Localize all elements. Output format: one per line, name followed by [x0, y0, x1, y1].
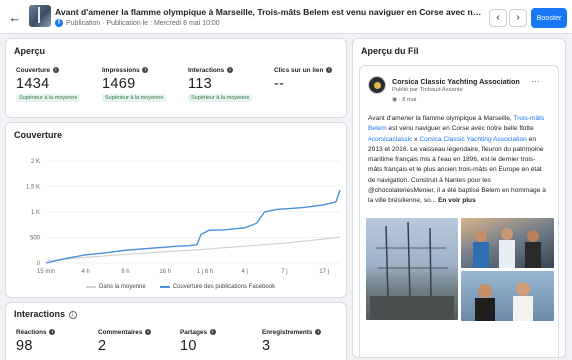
reach-line-chart: 0 500 1 K 1,5 K 2 K 15 min 4 h 9 h 16 h 1 j 6 h 4 … — [26, 159, 341, 275]
post-photo[interactable] — [461, 218, 554, 268]
post-header: Corsica Classic Yachting Association Pub… — [368, 74, 540, 106]
status-badge: Supérieur à la moyenne — [188, 94, 253, 102]
facebook-icon: f — [55, 19, 63, 27]
info-icon[interactable]: i — [52, 67, 59, 74]
metric-label: Couverture — [16, 67, 51, 74]
x-tick-label: 7 j — [281, 269, 287, 275]
interactions-card: Interactions i Réactions i 98 Commentair… — [5, 302, 347, 360]
metric-label: Commentaires — [98, 329, 143, 336]
legend-label: Couverture des publications Facebook — [172, 284, 276, 290]
next-post-button[interactable]: › — [509, 9, 527, 27]
globe-icon: ◉ — [392, 97, 398, 103]
info-icon[interactable]: i — [227, 67, 234, 74]
legend-item-reach[interactable]: Couverture des publications Facebook — [159, 284, 276, 290]
x-tick-label: 15 min — [37, 269, 55, 275]
hashtag-link[interactable]: #corsicaclassic — [368, 136, 412, 143]
sailing-ship-image — [370, 221, 454, 320]
metric-value: -- — [274, 76, 285, 92]
metric-link-clicks: Clics sur un lien i -- — [274, 67, 333, 92]
status-badge: Supérieur à la moyenne — [16, 94, 81, 102]
metric-label: Enregistrements — [262, 329, 313, 336]
crew-image — [473, 228, 541, 268]
legend-swatch — [159, 286, 170, 288]
metric-value: 1434 — [16, 76, 50, 92]
post-photo[interactable] — [366, 218, 458, 320]
y-tick-label: 0 — [37, 261, 41, 267]
post-text: Avant d'amener la flamme olympique à Mar… — [368, 115, 546, 205]
post-preview: Corsica Classic Yachting Association Pub… — [359, 65, 559, 357]
metric-impressions: Impressions i 1469 Supérieur à la moyenn… — [102, 67, 167, 102]
feed-preview-title: Aperçu du Fil — [361, 46, 419, 56]
feed-preview-card: Aperçu du Fil Corsica Classic Yachting A… — [352, 38, 566, 358]
metric-label: Impressions — [102, 67, 140, 74]
metric-comments: Commentaires i 2 — [98, 329, 152, 354]
back-arrow-icon[interactable]: ← — [6, 9, 24, 27]
legend-item-average[interactable]: Dans la moyenne — [86, 284, 146, 290]
metric-value: 2 — [98, 338, 107, 354]
metric-label: Partages — [180, 329, 207, 336]
metric-shares: Partages i 10 — [180, 329, 216, 354]
x-tick-label: 4 h — [82, 269, 90, 275]
post-subtitle: f Publication · Publication le : Mercred… — [55, 19, 220, 27]
x-tick-label: 4 j — [241, 269, 247, 275]
page-name[interactable]: Corsica Classic Yachting Association — [392, 77, 520, 86]
metric-value: 10 — [180, 338, 197, 354]
x-tick-label: 1 j 6 h — [197, 269, 213, 275]
x-tick-label: 16 h — [159, 269, 171, 275]
x-tick-label: 17 j — [319, 269, 329, 275]
see-more-link[interactable]: En voir plus — [438, 197, 476, 204]
reach-chart-card: Couverture 0 500 1 K 1,5 K2 K 15 min 4 h9 h 16… — [5, 122, 347, 298]
published-by: Publié par Thibaud Assante — [392, 87, 463, 93]
chart-legend: Dans la moyenne Couverture des publicati… — [86, 284, 275, 290]
y-tick-label: 2 K — [31, 159, 40, 165]
overview-card: Aperçu Couverture i 1434 Supérieur à la … — [5, 38, 347, 118]
metric-label: Clics sur un lien — [274, 67, 324, 74]
metric-value: 113 — [188, 76, 213, 92]
more-options-icon[interactable]: ··· — [531, 76, 540, 86]
status-badge: Supérieur à la moyenne — [102, 94, 167, 102]
info-icon[interactable]: i — [142, 67, 149, 74]
interactions-title: Interactions i — [14, 309, 77, 319]
post-title: Avant d'amener la flamme olympique à Mar… — [55, 7, 485, 17]
metric-label: Interactions — [188, 67, 225, 74]
post-date[interactable]: ◉ · 8 mai — [392, 97, 416, 103]
info-icon[interactable]: i — [49, 329, 56, 336]
y-tick-label: 500 — [30, 236, 41, 242]
previous-post-button[interactable]: ‹ — [489, 9, 507, 27]
post-thumbnail — [29, 5, 51, 27]
metric-reactions: Réactions i 98 — [16, 329, 56, 354]
metric-value: 1469 — [102, 76, 136, 92]
metric-value: 98 — [16, 338, 33, 354]
info-icon[interactable]: i — [326, 67, 333, 74]
info-icon[interactable]: i — [145, 329, 152, 336]
series-line-reach — [45, 189, 341, 264]
x-tick-label: 9 h — [121, 269, 129, 275]
series-line-average — [45, 236, 341, 262]
metric-reach: Couverture i 1434 Supérieur à la moyenne — [16, 67, 81, 102]
people-image — [475, 282, 533, 321]
metric-value: 3 — [262, 338, 271, 354]
post-photo[interactable] — [461, 271, 554, 321]
legend-label: Dans la moyenne — [99, 284, 146, 290]
publication-info: Publication · Publication le : Mercredi … — [66, 19, 220, 27]
legend-swatch — [86, 286, 96, 288]
info-icon[interactable]: i — [68, 310, 77, 319]
boost-button[interactable]: Booster — [531, 8, 567, 28]
mention-link[interactable]: Corsica Classic Yachting Association — [419, 136, 527, 143]
info-icon[interactable]: i — [209, 329, 216, 336]
metric-saves: Enregistrements i 3 — [262, 329, 322, 354]
overview-title: Aperçu — [14, 46, 46, 56]
top-bar: ← Avant d'amener la flamme olympique à M… — [0, 0, 572, 34]
metric-interactions: Interactions i 113 Supérieur à la moyenn… — [188, 67, 253, 102]
page-avatar[interactable] — [368, 76, 386, 94]
y-tick-label: 1,5 K — [26, 185, 40, 191]
metric-label: Réactions — [16, 329, 47, 336]
y-tick-label: 1 K — [31, 210, 40, 216]
info-icon[interactable]: i — [315, 329, 322, 336]
